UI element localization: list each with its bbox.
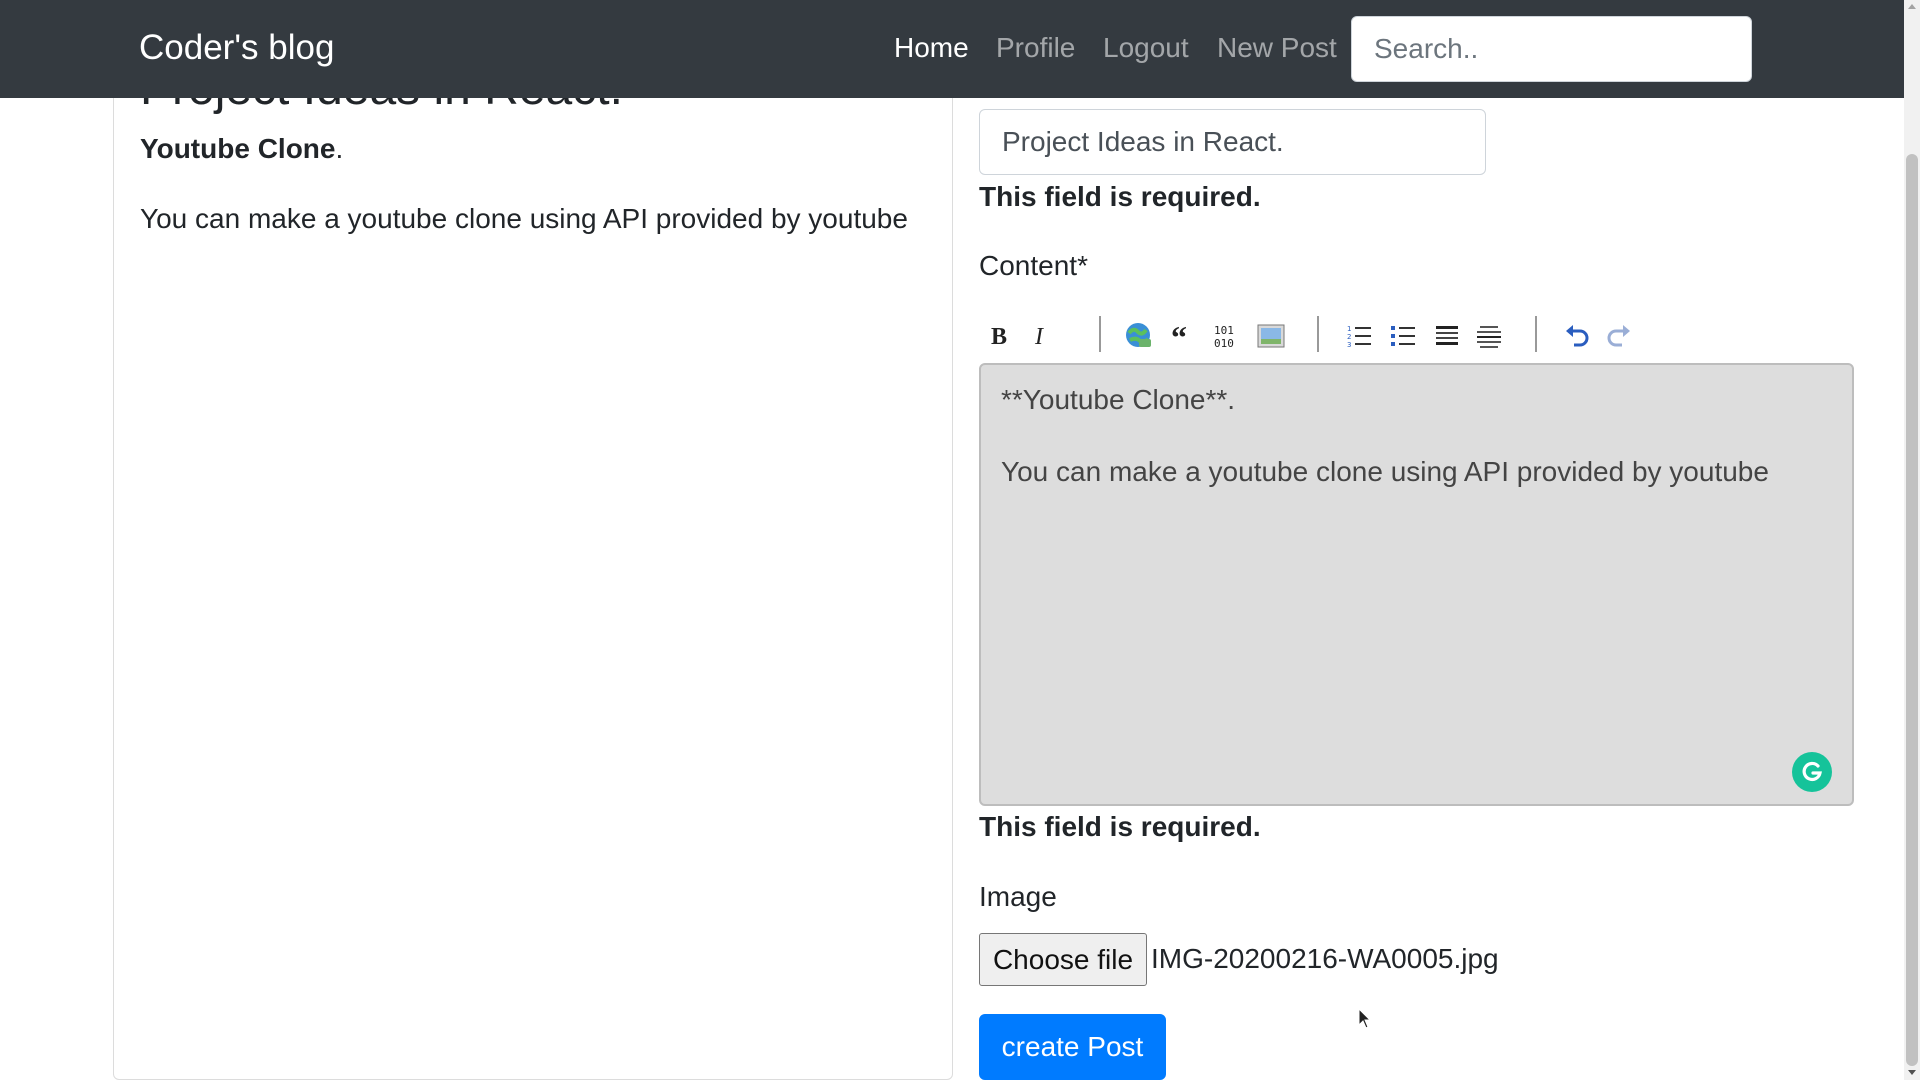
link-icon[interactable] xyxy=(1119,312,1159,360)
selected-file-name: IMG-20200216-WA0005.jpg xyxy=(1151,943,1499,974)
svg-text:“: “ xyxy=(1171,324,1187,348)
toolbar-separator xyxy=(1535,316,1537,352)
quote-icon[interactable]: “ xyxy=(1163,312,1203,360)
nav-link-logout[interactable]: Logout xyxy=(1103,30,1189,66)
preview-bold-suffix: . xyxy=(335,133,344,164)
scrollbar-thumb[interactable] xyxy=(1906,154,1918,1066)
toolbar-separator xyxy=(1317,316,1319,352)
undo-icon[interactable] xyxy=(1557,312,1597,360)
svg-text:2: 2 xyxy=(1347,333,1351,341)
mouse-cursor-icon xyxy=(1358,1007,1372,1035)
preview-body: You can make a youtube clone using API p… xyxy=(140,203,908,234)
code-icon[interactable]: 101 010 xyxy=(1207,312,1247,360)
image-label: Image xyxy=(979,881,1057,912)
svg-text:101: 101 xyxy=(1214,324,1234,337)
content-editor-textarea[interactable]: **Youtube Clone**. You can make a youtub… xyxy=(979,363,1854,806)
preview-bold-text: Youtube Clone xyxy=(140,133,336,164)
italic-icon[interactable]: I xyxy=(1021,312,1061,360)
create-post-button[interactable]: create Post xyxy=(979,1014,1166,1080)
svg-text:1: 1 xyxy=(1347,325,1351,333)
title-error-message: This field is required. xyxy=(979,181,1261,212)
search-input[interactable] xyxy=(1351,16,1752,82)
nav-link-new-post[interactable]: New Post xyxy=(1217,30,1337,66)
image-icon[interactable] xyxy=(1251,312,1291,360)
navbar: Coder's blog Home Profile Logout New Pos… xyxy=(0,0,1904,98)
nav-link-home[interactable]: Home xyxy=(894,30,969,66)
scroll-up-arrow-icon[interactable] xyxy=(1908,4,1916,9)
preview-bold-line: Youtube Clone. xyxy=(140,131,343,167)
page-scrollbar[interactable] xyxy=(1904,0,1920,1080)
heading-icon[interactable] xyxy=(1427,312,1467,360)
choose-file-button[interactable]: Choose file xyxy=(979,933,1147,986)
horizontal-rule-icon[interactable] xyxy=(1469,312,1509,360)
post-title-input[interactable] xyxy=(979,109,1486,175)
toolbar-separator xyxy=(1099,316,1101,352)
brand-logo[interactable]: Coder's blog xyxy=(139,26,334,70)
bold-icon[interactable]: B xyxy=(979,312,1019,360)
post-preview-card: Project Ideas in React. Youtube Clone. Y… xyxy=(113,40,953,1080)
svg-text:B: B xyxy=(991,324,1007,348)
ordered-list-icon[interactable]: 123 xyxy=(1339,312,1379,360)
content-error-message: This field is required. xyxy=(979,811,1261,842)
svg-text:I: I xyxy=(1034,324,1044,348)
grammarly-icon[interactable] xyxy=(1792,752,1832,792)
nav-link-profile[interactable]: Profile xyxy=(996,30,1075,66)
content-label: Content* xyxy=(979,250,1088,281)
svg-text:010: 010 xyxy=(1214,337,1234,350)
editor-toolbar: B I “ 101 010 123 xyxy=(979,312,1679,360)
redo-icon[interactable] xyxy=(1599,312,1639,360)
svg-text:3: 3 xyxy=(1347,341,1351,349)
scroll-down-arrow-icon[interactable] xyxy=(1908,1070,1916,1075)
unordered-list-icon[interactable] xyxy=(1383,312,1423,360)
